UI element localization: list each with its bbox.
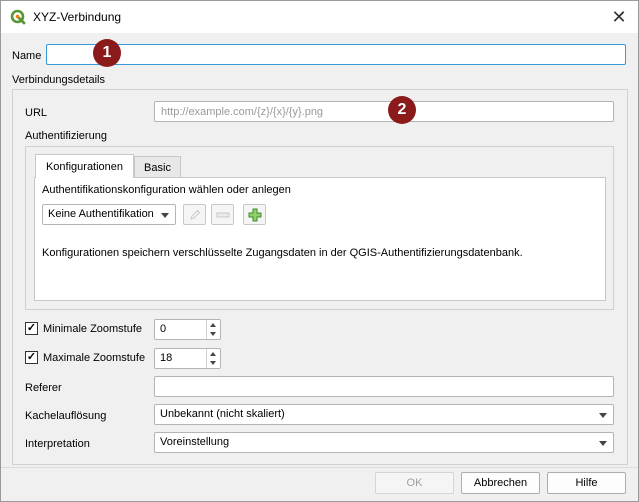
title-bar: XYZ-Verbindung ✕ — [1, 1, 638, 33]
max-zoom-spinbox[interactable]: 18 — [154, 348, 221, 369]
help-button[interactable]: Hilfe — [547, 472, 626, 494]
close-icon: ✕ — [611, 6, 627, 27]
footer-divider — [1, 467, 638, 468]
name-label: Name — [12, 50, 42, 62]
button-label: Hilfe — [575, 477, 598, 489]
add-config-button[interactable] — [243, 204, 266, 225]
max-zoom-checkbox[interactable]: ✓ — [25, 351, 38, 364]
edit-config-button[interactable] — [183, 204, 206, 225]
minus-icon — [216, 212, 229, 217]
selected-value: Unbekannt (nicht skaliert) — [160, 408, 285, 420]
interpretation-select[interactable]: Voreinstellung — [154, 432, 614, 453]
tile-resolution-label: Kachelauflösung — [25, 410, 107, 422]
spin-value: 0 — [160, 323, 167, 335]
chevron-down-icon — [161, 213, 169, 218]
spin-buttons[interactable] — [206, 320, 220, 339]
spin-buttons[interactable] — [206, 349, 220, 368]
tab-label: Basic — [144, 161, 171, 174]
tile-resolution-select[interactable]: Unbekannt (nicht skaliert) — [154, 404, 614, 425]
xyz-connection-dialog: XYZ-Verbindung ✕ Name 1 Verbindungsdetai… — [0, 0, 639, 502]
arrow-down-icon[interactable] — [210, 361, 216, 365]
callout-marker-2: 2 — [388, 96, 416, 124]
arrow-up-icon[interactable] — [210, 323, 216, 327]
tab-configurations[interactable]: Konfigurationen — [35, 154, 134, 178]
connection-details-label: Verbindungsdetails — [12, 74, 105, 86]
qgis-logo-icon — [10, 9, 26, 25]
check-mark-icon: ✓ — [26, 322, 37, 334]
window-title: XYZ-Verbindung — [33, 10, 122, 24]
chevron-down-icon — [599, 441, 607, 446]
max-zoom-label: Maximale Zoomstufe — [43, 352, 146, 364]
button-label: Abbrechen — [473, 477, 528, 489]
min-zoom-checkbox[interactable]: ✓ — [25, 322, 38, 335]
check-mark-icon: ✓ — [26, 351, 37, 363]
ok-button[interactable]: OK — [375, 472, 454, 494]
url-input[interactable] — [154, 101, 614, 122]
name-input[interactable] — [46, 44, 626, 65]
tab-label: Konfigurationen — [45, 160, 124, 173]
min-zoom-label: Minimale Zoomstufe — [43, 323, 143, 335]
url-label: URL — [25, 107, 48, 119]
interpretation-label: Interpretation — [25, 438, 90, 450]
cancel-button[interactable]: Abbrechen — [461, 472, 540, 494]
referer-input[interactable] — [154, 376, 614, 397]
auth-choose-label: Authentifikationskonfiguration wählen od… — [42, 184, 291, 196]
chevron-down-icon — [599, 413, 607, 418]
callout-marker-1: 1 — [93, 39, 121, 67]
authentication-label: Authentifizierung — [25, 130, 107, 142]
tab-basic[interactable]: Basic — [134, 156, 181, 178]
plus-icon — [248, 208, 261, 221]
auth-config-select[interactable]: Keine Authentifikation — [42, 204, 176, 225]
selected-value: Keine Authentifikation — [48, 208, 154, 220]
selected-value: Voreinstellung — [160, 436, 230, 448]
close-button[interactable]: ✕ — [606, 5, 632, 29]
spin-value: 18 — [160, 352, 173, 364]
remove-config-button[interactable] — [211, 204, 234, 225]
pencil-icon — [189, 209, 200, 220]
referer-label: Referer — [25, 382, 62, 394]
auth-info-text: Konfigurationen speichern verschlüsselte… — [42, 247, 523, 259]
button-label: OK — [406, 477, 423, 489]
arrow-down-icon[interactable] — [210, 332, 216, 336]
min-zoom-spinbox[interactable]: 0 — [154, 319, 221, 340]
arrow-up-icon[interactable] — [210, 352, 216, 356]
